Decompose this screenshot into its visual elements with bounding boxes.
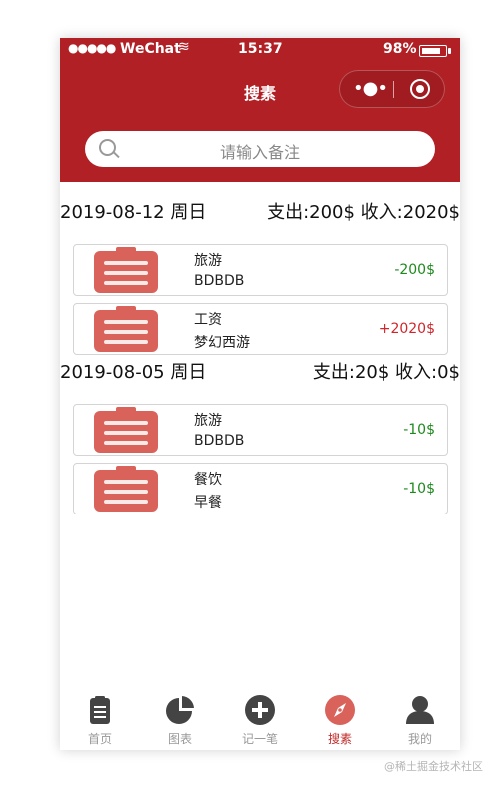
nav-bar: 搜素 •●• — [60, 62, 460, 120]
record-card[interactable]: 餐饮 早餐 -10$ — [73, 463, 448, 514]
wifi-icon: ≋ — [178, 39, 190, 55]
travel-clipboard-icon — [94, 407, 158, 453]
miniprogram-capsule: •●• — [339, 70, 445, 108]
pie-chart-icon — [166, 696, 194, 724]
tab-bar: 首页 图表 记一笔 搜素 我的 — [60, 686, 460, 750]
user-icon — [406, 696, 434, 724]
status-bar: ●●●●● WeChat ≋ 15:37 98% — [60, 38, 460, 62]
dining-clipboard-icon — [94, 466, 158, 512]
record-amount: -200$ — [394, 262, 435, 278]
group-totals: 支出:200$ 收入:2020$ — [267, 202, 460, 223]
search-input[interactable]: 请输入备注 — [85, 131, 435, 167]
group-totals: 支出:20$ 收入:0$ — [312, 362, 460, 383]
record-card[interactable]: 工资 梦幻西游 +2020$ — [73, 303, 448, 355]
tab-label: 首页 — [87, 732, 112, 746]
record-amount: -10$ — [403, 481, 435, 497]
close-target-icon[interactable] — [410, 79, 430, 99]
record-category: 旅游 — [194, 253, 222, 269]
tab-label: 图表 — [167, 732, 192, 746]
record-note: BDBDB — [194, 273, 245, 289]
record-card[interactable]: 旅游 BDBDB -200$ — [73, 244, 448, 296]
record-category: 餐饮 — [194, 472, 222, 488]
record-category: 旅游 — [194, 413, 222, 429]
tab-chart[interactable]: 图表 — [140, 686, 220, 750]
battery-icon — [419, 45, 451, 57]
tab-profile[interactable]: 我的 — [380, 686, 460, 750]
record-amount: +2020$ — [378, 321, 435, 337]
tab-label: 搜素 — [327, 732, 352, 746]
travel-clipboard-icon — [94, 247, 158, 293]
record-note: 梦幻西游 — [194, 335, 250, 351]
plus-circle-icon — [245, 695, 275, 725]
capsule-divider — [393, 81, 394, 98]
compass-icon — [325, 695, 355, 725]
record-category: 工资 — [194, 312, 222, 328]
record-card[interactable]: 旅游 BDBDB -10$ — [73, 404, 448, 456]
tab-add-record[interactable]: 记一笔 — [220, 686, 300, 750]
group-date: 2019-08-12 周日 — [60, 202, 207, 223]
search-placeholder: 请输入备注 — [219, 143, 300, 162]
tab-home[interactable]: 首页 — [60, 686, 140, 750]
date-group-header: 2019-08-05 周日 支出:20$ 收入:0$ — [60, 356, 460, 383]
carrier-label: WeChat — [120, 41, 181, 57]
watermark: @稀土掘金技术社区 — [384, 760, 483, 773]
battery-percent: 98% — [383, 41, 417, 57]
record-note: BDBDB — [194, 433, 245, 449]
signal-icon: ●●●●● — [68, 41, 116, 55]
tab-search[interactable]: 搜素 — [300, 686, 380, 750]
record-amount: -10$ — [403, 422, 435, 438]
clock: 15:37 — [238, 41, 283, 57]
date-group-header: 2019-08-12 周日 支出:200$ 收入:2020$ — [60, 196, 460, 223]
record-list[interactable]: 2019-08-12 周日 支出:200$ 收入:2020$ 旅游 BDBDB … — [60, 182, 460, 514]
group-date: 2019-08-05 周日 — [60, 362, 207, 383]
salary-clipboard-icon — [94, 306, 158, 352]
tab-label: 记一笔 — [241, 732, 278, 746]
phone-frame: ●●●●● WeChat ≋ 15:37 98% 搜素 •●• 请输入备注 20… — [60, 38, 460, 750]
tab-label: 我的 — [407, 732, 432, 746]
clipboard-icon — [90, 696, 110, 724]
search-bar: 请输入备注 — [60, 120, 460, 182]
more-menu-icon[interactable]: •●• — [353, 78, 388, 100]
record-note: 早餐 — [194, 495, 222, 511]
